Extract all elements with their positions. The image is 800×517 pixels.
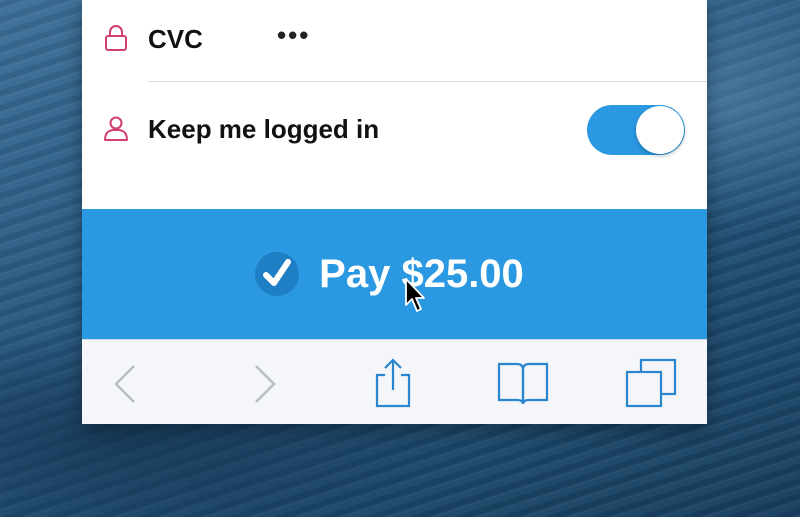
back-chevron-icon[interactable] xyxy=(96,358,152,408)
row-divider xyxy=(148,81,707,82)
cvc-label: CVC xyxy=(148,24,203,54)
keep-logged-in-row: Keep me logged in xyxy=(82,83,707,175)
forward-chevron-icon[interactable] xyxy=(236,358,292,408)
bookmarks-icon[interactable] xyxy=(495,358,551,408)
cvc-field[interactable]: ••• xyxy=(277,20,310,51)
pay-button[interactable]: Pay $25.00 xyxy=(82,209,707,339)
user-icon xyxy=(104,116,128,141)
tabs-icon[interactable] xyxy=(623,358,679,408)
browser-toolbar xyxy=(82,339,707,424)
checkmark-icon xyxy=(255,252,300,296)
keep-logged-in-label: Keep me logged in xyxy=(148,114,380,144)
mobile-browser-window: CVC ••• Keep me logged in Pay $25.00 xyxy=(82,0,707,424)
cvc-row[interactable]: CVC ••• xyxy=(82,0,707,82)
keep-logged-in-toggle[interactable] xyxy=(587,105,685,155)
lock-icon xyxy=(105,25,127,51)
share-icon[interactable] xyxy=(365,358,421,408)
toggle-knob xyxy=(636,106,684,154)
mouse-cursor-icon xyxy=(405,278,425,312)
